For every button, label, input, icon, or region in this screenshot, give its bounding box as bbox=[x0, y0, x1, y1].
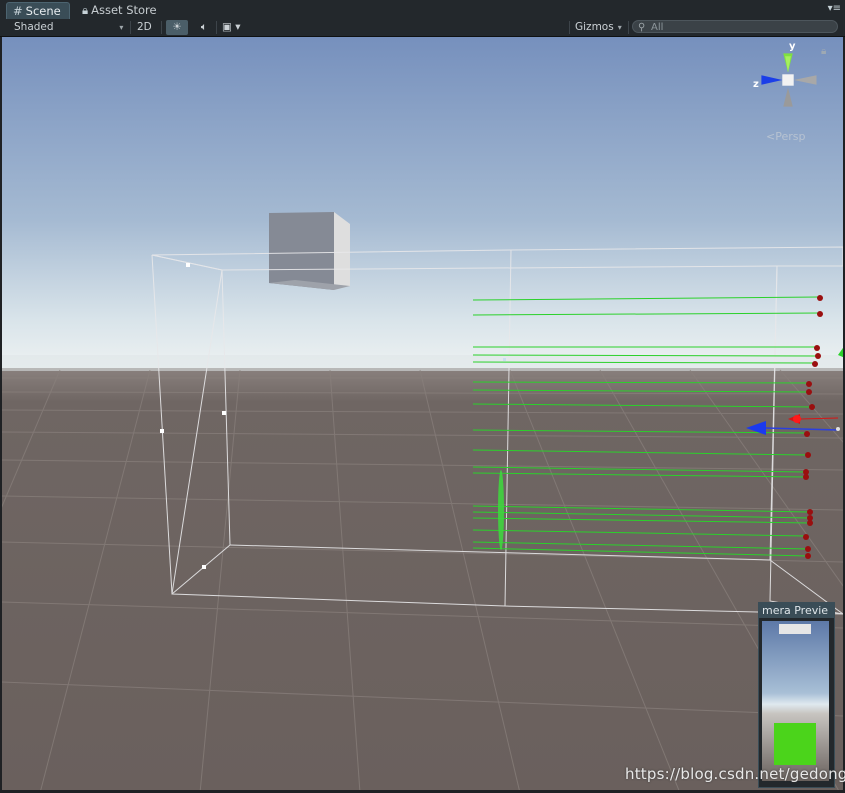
tab-asset-store[interactable]: 🔒︎ Asset Store bbox=[76, 2, 165, 19]
toolbar-separator bbox=[130, 21, 131, 34]
grey-cube bbox=[269, 212, 350, 290]
watermark: https://blog.csdn.net/gedongxi bbox=[625, 765, 845, 783]
gizmos-label: Gizmos bbox=[575, 21, 614, 33]
panel-menu-icon[interactable]: ▾≡ bbox=[828, 3, 841, 14]
toolbar-separator bbox=[216, 21, 217, 34]
grid-icon: # bbox=[13, 4, 23, 18]
bag-icon: 🔒︎ bbox=[82, 3, 89, 17]
projection-toggle[interactable]: <Persp bbox=[766, 130, 805, 143]
chevron-left-icon: < bbox=[766, 130, 776, 143]
tab-scene-label: Scene bbox=[25, 4, 61, 18]
tab-scene[interactable]: # Scene bbox=[6, 2, 70, 20]
ground-plane bbox=[2, 368, 843, 790]
camera-preview-title: mera Previe bbox=[759, 603, 834, 618]
toolbar-separator bbox=[628, 21, 629, 34]
axis-label-y: y bbox=[789, 41, 796, 52]
toolbar-separator bbox=[161, 21, 162, 34]
search-icon: ⚲ bbox=[638, 22, 646, 33]
preview-cube bbox=[779, 624, 811, 634]
shading-mode-label: Shaded bbox=[14, 21, 54, 33]
mode-2d-button[interactable]: 2D bbox=[137, 20, 152, 35]
tab-asset-store-label: Asset Store bbox=[91, 3, 157, 17]
preview-green-plane bbox=[774, 723, 816, 765]
green-plane-edge bbox=[498, 470, 504, 550]
lock-icon[interactable]: 🔒︎ bbox=[821, 46, 826, 57]
projection-label: Persp bbox=[775, 130, 806, 143]
axis-label-z: z bbox=[753, 79, 759, 90]
camera-preview-panel: mera Previe bbox=[758, 602, 835, 788]
scene-search-input[interactable]: ⚲ All bbox=[632, 20, 838, 33]
orientation-gizmo[interactable] bbox=[750, 42, 826, 118]
sky bbox=[2, 37, 843, 370]
tab-bar: # Scene 🔒︎ Asset Store ▾≡ bbox=[0, 0, 845, 20]
image-icon: ▣ bbox=[222, 21, 232, 33]
camera-preview-view bbox=[762, 621, 829, 781]
scene-render bbox=[2, 37, 843, 790]
scene-lighting-icon[interactable]: ☀ bbox=[166, 20, 188, 35]
search-placeholder: All bbox=[651, 22, 664, 33]
gizmos-dropdown[interactable]: Gizmos bbox=[575, 20, 622, 35]
audio-icon[interactable]: 🔈︎ bbox=[196, 20, 212, 35]
effects-dropdown[interactable]: ▣ ▾ bbox=[222, 20, 252, 35]
toolbar-separator bbox=[569, 21, 570, 34]
scene-viewport[interactable]: y z 🔒︎ <Persp bbox=[2, 37, 843, 790]
shading-mode-dropdown[interactable]: Shaded bbox=[14, 20, 124, 35]
